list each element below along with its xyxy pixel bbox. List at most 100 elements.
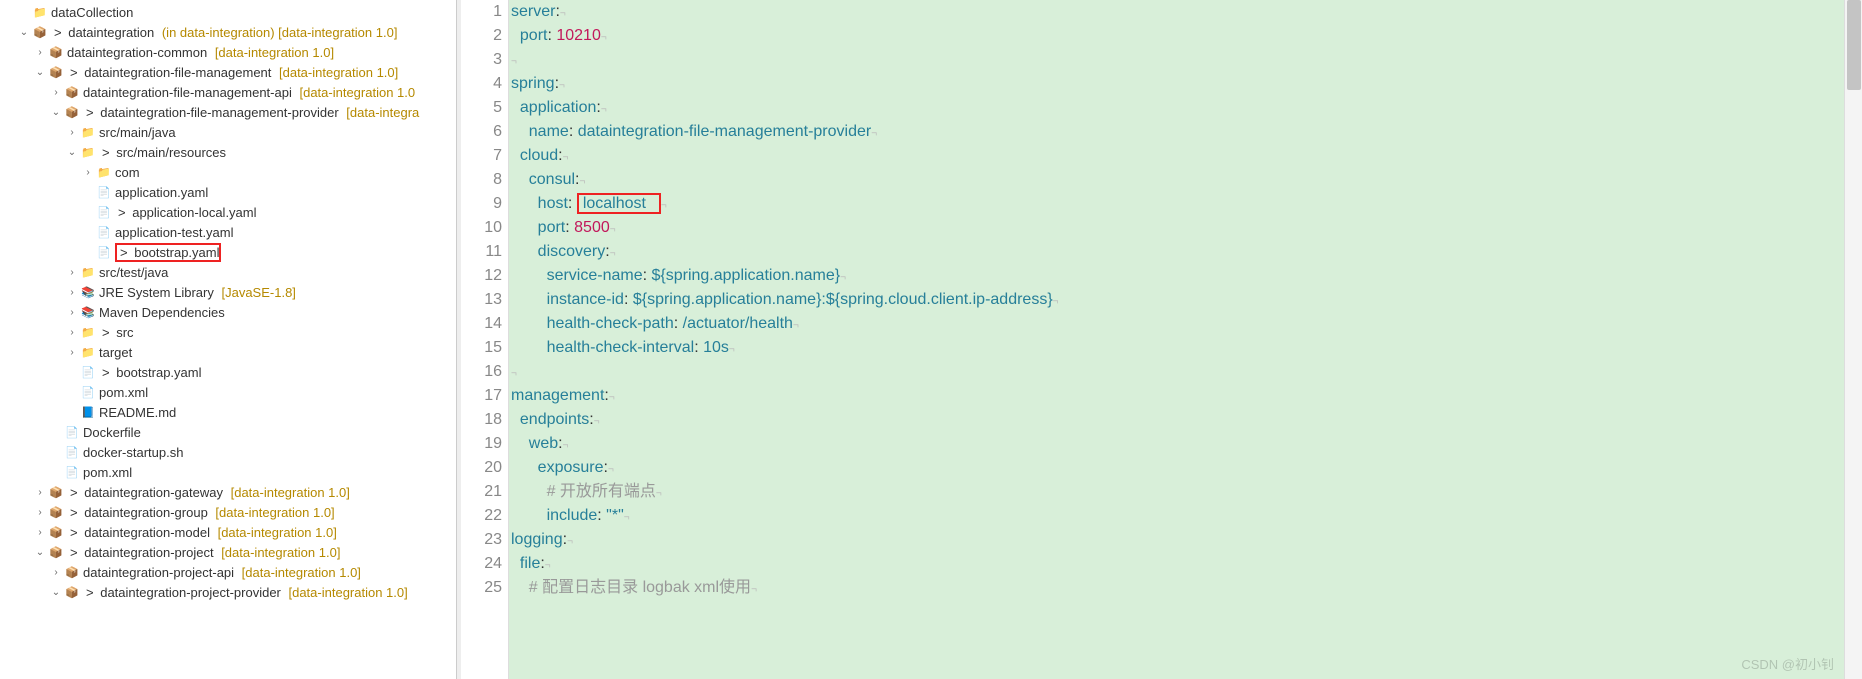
code-line[interactable]: application:¬ xyxy=(511,96,1862,120)
expand-icon[interactable]: › xyxy=(32,487,48,498)
expand-icon[interactable]: › xyxy=(32,47,48,58)
expand-icon[interactable]: › xyxy=(80,167,96,178)
eol-marker: ¬ xyxy=(793,320,799,331)
code-line[interactable]: ¬ xyxy=(511,48,1862,72)
code-line[interactable]: # 配置日志目录 logbak xml使用¬ xyxy=(511,576,1862,600)
yaml-value: /actuator/health xyxy=(683,315,793,332)
tree-row[interactable]: ›📁src/main/java xyxy=(0,122,456,142)
modified-marker: > xyxy=(120,245,128,260)
tree-row[interactable]: ›📦> dataintegration-model [data-integrat… xyxy=(0,522,456,542)
collapse-icon[interactable]: ⌄ xyxy=(32,547,48,558)
collapse-icon[interactable]: ⌄ xyxy=(48,587,64,598)
expand-icon[interactable]: › xyxy=(64,287,80,298)
tree-item-label: com xyxy=(115,165,140,180)
code-line[interactable]: health-check-interval: 10s¬ xyxy=(511,336,1862,360)
tree-row[interactable]: ⌄📁> src/main/resources xyxy=(0,142,456,162)
tree-item-label: application-test.yaml xyxy=(115,225,234,240)
tree-row[interactable]: ›📦> dataintegration-gateway [data-integr… xyxy=(0,482,456,502)
tree-row[interactable]: ›📦dataintegration-project-api [data-inte… xyxy=(0,562,456,582)
tree-row[interactable]: ›📦dataintegration-common [data-integrati… xyxy=(0,42,456,62)
yaml-key: application xyxy=(520,99,597,116)
collapse-icon[interactable]: ⌄ xyxy=(48,107,64,118)
code-line[interactable]: management:¬ xyxy=(511,384,1862,408)
code-line[interactable]: host: localhost ¬ xyxy=(511,192,1862,216)
code-line[interactable]: port: 10210¬ xyxy=(511,24,1862,48)
code-line[interactable]: endpoints:¬ xyxy=(511,408,1862,432)
expand-icon[interactable]: › xyxy=(48,567,64,578)
code-line[interactable]: name: dataintegration-file-management-pr… xyxy=(511,120,1862,144)
tree-row[interactable]: ›📦dataintegration-file-management-api [d… xyxy=(0,82,456,102)
collapse-icon[interactable]: ⌄ xyxy=(32,67,48,78)
expand-icon[interactable]: › xyxy=(64,267,80,278)
code-line[interactable]: include: "*"¬ xyxy=(511,504,1862,528)
tree-row[interactable]: ⌄📦> dataintegration-file-management [dat… xyxy=(0,62,456,82)
tree-row[interactable]: ›📁target xyxy=(0,342,456,362)
expand-icon[interactable]: › xyxy=(32,527,48,538)
collapse-icon[interactable]: ⌄ xyxy=(64,147,80,158)
code-line[interactable]: consul:¬ xyxy=(511,168,1862,192)
expand-icon[interactable]: › xyxy=(32,507,48,518)
tree-row[interactable]: ›📚Maven Dependencies xyxy=(0,302,456,322)
tree-item-suffix: [data-integration 1.0] xyxy=(214,525,337,540)
code-line[interactable]: exposure:¬ xyxy=(511,456,1862,480)
tree-item-suffix: [data-integration 1.0] xyxy=(218,545,341,560)
modified-marker: > xyxy=(102,145,110,160)
tree-row[interactable]: ›📦> dataintegration-group [data-integrat… xyxy=(0,502,456,522)
tree-row[interactable]: ⌄📦> dataintegration-project-provider [da… xyxy=(0,582,456,602)
code-editor[interactable]: 1234567891011121314151617181920212223242… xyxy=(461,0,1862,679)
tree-row[interactable]: 📄application-test.yaml xyxy=(0,222,456,242)
code-line[interactable]: instance-id: ${spring.application.name}:… xyxy=(511,288,1862,312)
tree-row[interactable]: ⌄📦> dataintegration-file-management-prov… xyxy=(0,102,456,122)
line-number: 6 xyxy=(461,120,502,144)
collapse-icon[interactable]: ⌄ xyxy=(16,27,32,38)
fld-icon: 📁 xyxy=(80,124,96,140)
tree-row[interactable]: 📁dataCollection xyxy=(0,2,456,22)
tree-row[interactable]: ⌄📦> dataintegration (in data-integration… xyxy=(0,22,456,42)
tree-row[interactable]: 📄pom.xml xyxy=(0,382,456,402)
vertical-scrollbar[interactable] xyxy=(1844,0,1862,679)
expand-icon[interactable]: › xyxy=(64,307,80,318)
yaml-text xyxy=(511,243,538,260)
code-line[interactable]: port: 8500¬ xyxy=(511,216,1862,240)
tree-row[interactable]: ›📁> src xyxy=(0,322,456,342)
yaml-number: 10210 xyxy=(556,27,601,44)
tree-row[interactable]: 📄Dockerfile xyxy=(0,422,456,442)
expand-icon[interactable]: › xyxy=(64,347,80,358)
modified-marker: > xyxy=(102,365,110,380)
code-line[interactable]: ¬ xyxy=(511,360,1862,384)
tree-row[interactable]: 📄> application-local.yaml xyxy=(0,202,456,222)
code-line[interactable]: file:¬ xyxy=(511,552,1862,576)
tree-row[interactable]: 📄> bootstrap.yaml xyxy=(0,362,456,382)
line-number: 17 xyxy=(461,384,502,408)
yaml-text xyxy=(511,99,520,116)
tree-row[interactable]: 📄application.yaml xyxy=(0,182,456,202)
code-line[interactable]: spring:¬ xyxy=(511,72,1862,96)
tree-row[interactable]: 📘README.md xyxy=(0,402,456,422)
tree-row[interactable]: 📄> bootstrap.yaml xyxy=(0,242,456,262)
expand-icon[interactable]: › xyxy=(64,327,80,338)
line-number: 20 xyxy=(461,456,502,480)
code-line[interactable]: logging:¬ xyxy=(511,528,1862,552)
tree-row[interactable]: ›📁src/test/java xyxy=(0,262,456,282)
code-line[interactable]: cloud:¬ xyxy=(511,144,1862,168)
tree-row[interactable]: ›📁com xyxy=(0,162,456,182)
tree-row[interactable]: 📄docker-startup.sh xyxy=(0,442,456,462)
project-explorer[interactable]: 📁dataCollection⌄📦> dataintegration (in d… xyxy=(0,0,457,679)
code-line[interactable]: server:¬ xyxy=(511,0,1862,24)
code-line[interactable]: service-name: ${spring.application.name}… xyxy=(511,264,1862,288)
yaml-text xyxy=(511,291,547,308)
yaml-value: ${spring.application.name}:${spring.clou… xyxy=(633,291,1053,308)
tree-row[interactable]: ⌄📦> dataintegration-project [data-integr… xyxy=(0,542,456,562)
code-line[interactable]: discovery:¬ xyxy=(511,240,1862,264)
scroll-thumb[interactable] xyxy=(1847,0,1861,90)
tree-row[interactable]: ›📚JRE System Library [JavaSE-1.8] xyxy=(0,282,456,302)
code-line[interactable]: web:¬ xyxy=(511,432,1862,456)
code-area[interactable]: server:¬ port: 10210¬¬spring:¬ applicati… xyxy=(509,0,1862,679)
mvn-icon: 📦 xyxy=(48,484,64,500)
expand-icon[interactable]: › xyxy=(48,87,64,98)
tree-item-label: src/main/java xyxy=(99,125,176,140)
code-line[interactable]: health-check-path: /actuator/health¬ xyxy=(511,312,1862,336)
tree-row[interactable]: 📄pom.xml xyxy=(0,462,456,482)
expand-icon[interactable]: › xyxy=(64,127,80,138)
code-line[interactable]: # 开放所有端点¬ xyxy=(511,480,1862,504)
